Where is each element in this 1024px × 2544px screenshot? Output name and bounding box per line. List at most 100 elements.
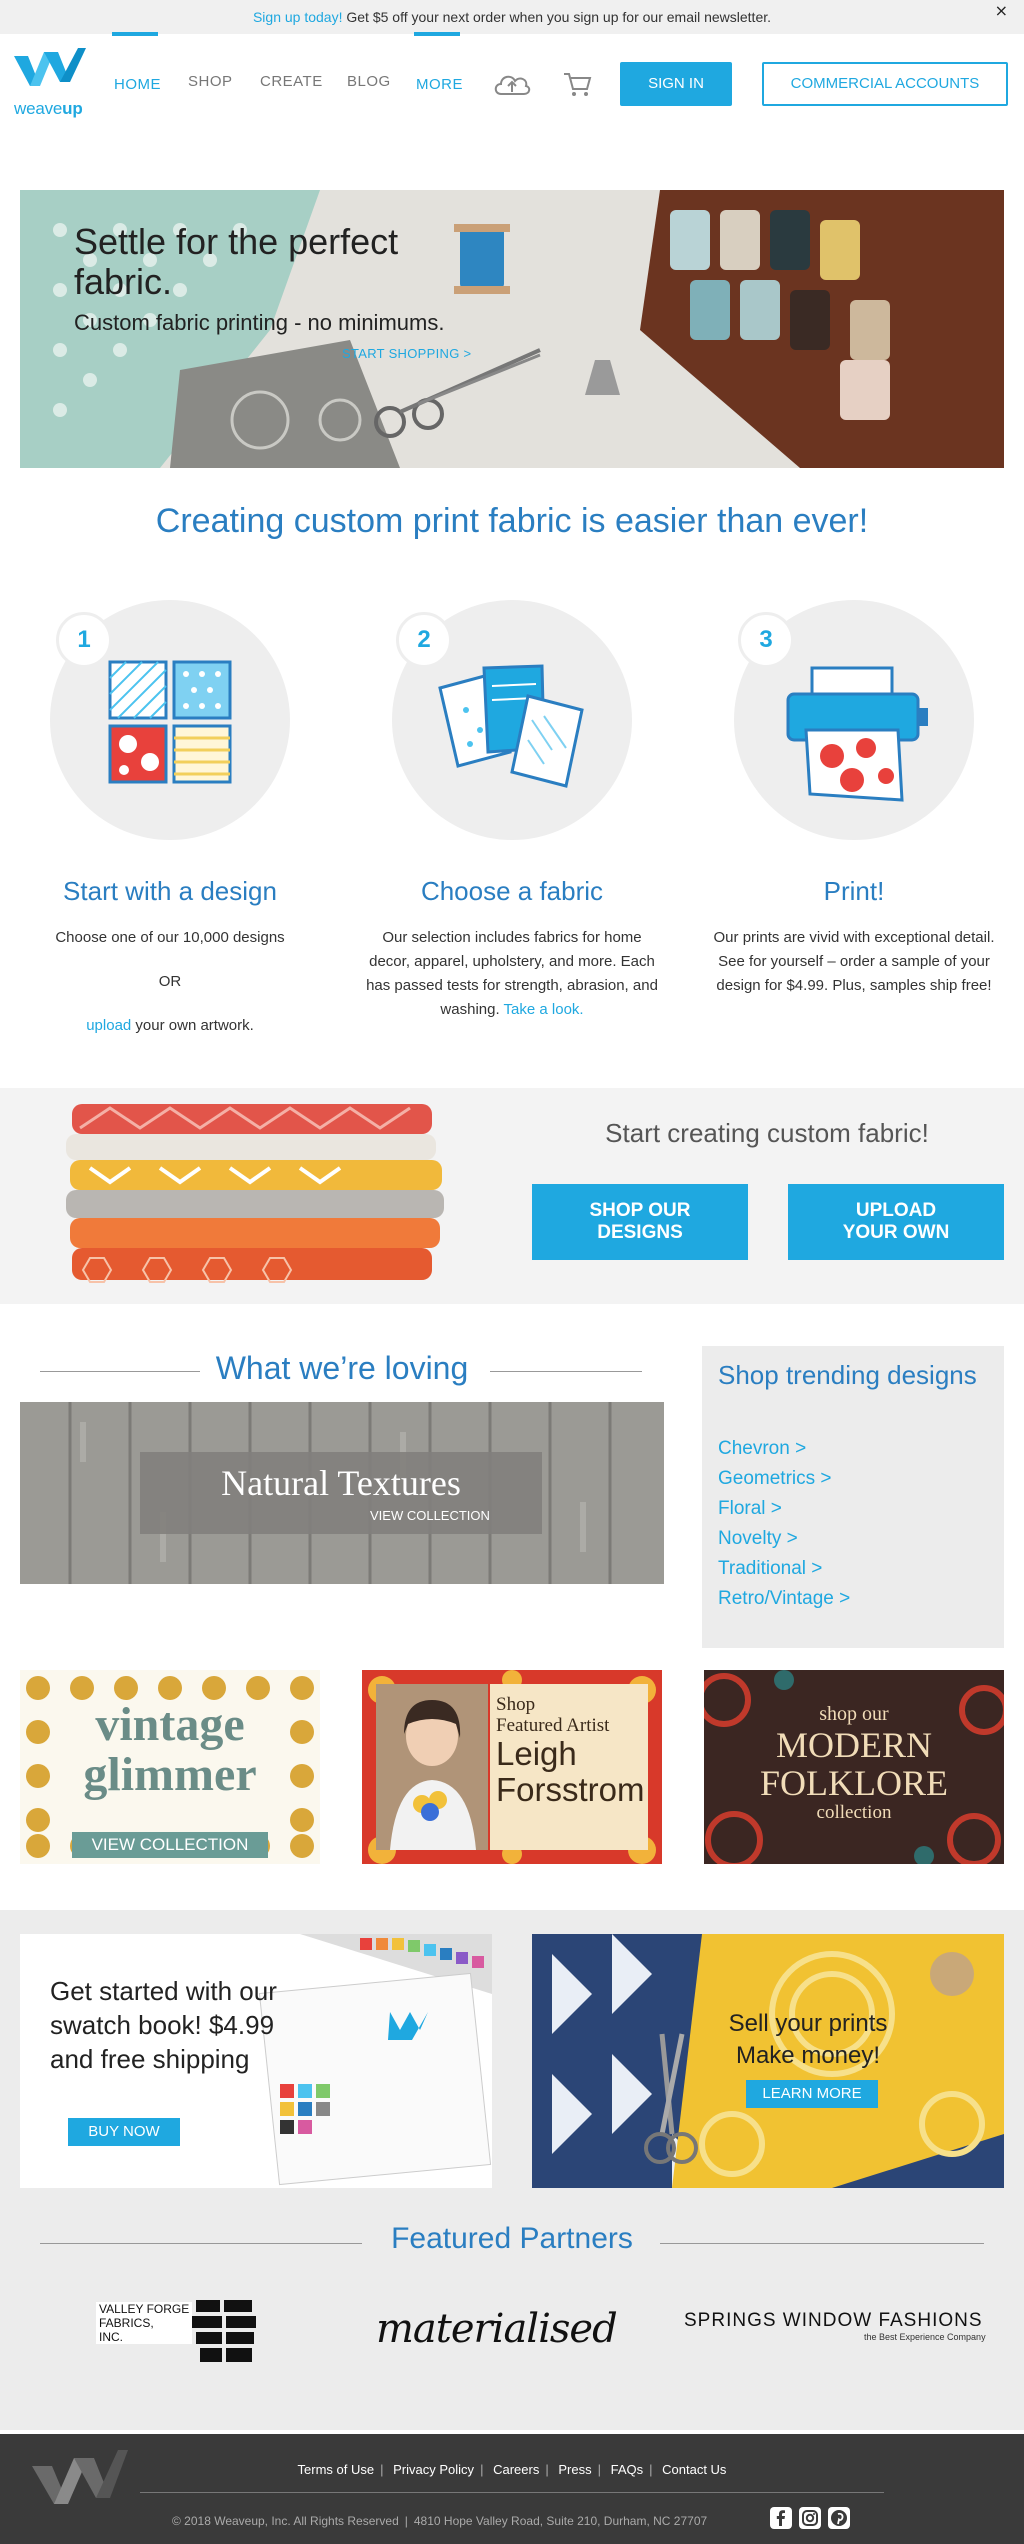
vintage-view-collection-button[interactable]: VIEW COLLECTION [72, 1832, 268, 1858]
step-upload-line: upload your own artwork. [20, 1014, 320, 1038]
weaveup-logo[interactable]: weaveup [14, 48, 86, 119]
start-creating-title: Start creating custom fabric! [605, 1118, 929, 1148]
vf-line-1: VALLEY FORGE [99, 2302, 190, 2316]
modern-folklore-title: shop our MODERN FOLKLORE collection [704, 1702, 1004, 1824]
footer-link-privacy[interactable]: Privacy Policy [393, 2462, 474, 2477]
promo-text: Get $5 off your next order when you sign… [342, 9, 772, 25]
trending-geometrics-link[interactable]: Geometrics > [718, 1468, 832, 1490]
step-title: Print! [823, 876, 885, 906]
copyright-text: © 2018 Weaveup, Inc. All Rights Reserved [172, 2514, 399, 2528]
trending-traditional-link[interactable]: Traditional > [718, 1558, 822, 1580]
trending-retro-vintage-link[interactable]: Retro/Vintage > [718, 1588, 850, 1610]
artist-shop-label: Shop [496, 1694, 536, 1715]
springs-name: SPRINGS WINDOW FASHIONS [684, 2310, 983, 2331]
facebook-icon[interactable] [770, 2507, 792, 2529]
valley-forge-logo[interactable]: VALLEY FORGE FABRICS, INC. [96, 2298, 266, 2366]
step-title: Choose a fabric [420, 876, 604, 906]
design-swatches-icon [108, 660, 232, 784]
folk-folklore-word: FOLKLORE [760, 1763, 948, 1803]
logo-word-up: up [62, 99, 83, 118]
modern-folklore-tile[interactable]: shop our MODERN FOLKLORE collection [704, 1670, 1004, 1864]
close-icon[interactable]: × [995, 0, 1008, 22]
instagram-icon[interactable] [799, 2507, 821, 2529]
logo-mark [14, 48, 86, 86]
nav-home[interactable]: HOME [114, 76, 161, 93]
cart-icon[interactable] [562, 70, 592, 98]
hero-banner[interactable]: Settle for the perfect fabric. Custom fa… [20, 190, 1004, 468]
featured-artist-card: Shop Featured Artist Leigh Forsstrom [490, 1684, 648, 1850]
folk-modern-word: MODERN [775, 1725, 932, 1765]
buy-now-button[interactable]: BUY NOW [68, 2118, 180, 2146]
step-title: Start with a design [63, 876, 277, 906]
footer-link-contact[interactable]: Contact Us [662, 2462, 726, 2477]
footer-link-careers[interactable]: Careers [493, 2462, 539, 2477]
what-we-are-loving-title: What we’re loving [215, 1350, 469, 1386]
natural-textures-title: Natural Textures [221, 1463, 461, 1503]
footer-link-press[interactable]: Press [558, 2462, 591, 2477]
trending-floral-link[interactable]: Floral > [718, 1498, 782, 1520]
step-description: Our prints are vivid with exceptional de… [713, 929, 995, 994]
footer-divider [140, 2492, 884, 2493]
artist-portrait [376, 1684, 488, 1850]
nav-home-indicator [112, 32, 158, 36]
sign-in-button[interactable]: SIGN IN [620, 62, 732, 106]
view-collection-link[interactable]: VIEW COLLECTION [370, 1508, 490, 1523]
cloud-upload-icon[interactable] [492, 70, 532, 98]
natural-textures-banner[interactable]: Natural Textures VIEW COLLECTION [20, 1402, 664, 1584]
shop-our-designs-button[interactable]: SHOP OUR DESIGNS [532, 1184, 748, 1260]
fabric-swatches-icon [438, 664, 584, 788]
how-it-works-title: Creating custom print fabric is easier t… [155, 502, 869, 540]
footer-logo-mark[interactable] [32, 2448, 128, 2512]
nav-shop[interactable]: SHOP [188, 73, 233, 90]
featured-artist-label: Featured Artist [496, 1715, 610, 1736]
sell-your-prints-text: Sell your prints Make money! [728, 2010, 888, 2069]
pinterest-icon[interactable] [828, 2507, 850, 2529]
promo-bar: Sign up today! Get $5 off your next orde… [0, 0, 1024, 34]
artist-first-name: Leigh [496, 1735, 577, 1772]
upload-your-own-button[interactable]: UPLOAD YOUR OWN [788, 1184, 1004, 1260]
valley-forge-text: VALLEY FORGE FABRICS, INC. [96, 2302, 193, 2344]
step-description: Choose one of our 10,000 designs OR uplo… [20, 926, 320, 1038]
logo-wordmark: weaveup [14, 99, 86, 119]
nav-more[interactable]: MORE [416, 76, 463, 93]
featured-partners-title: Featured Partners [391, 2222, 633, 2255]
featured-artist-tile[interactable]: Shop Featured Artist Leigh Forsstrom [362, 1670, 662, 1864]
swatch-book-promo[interactable]: Get started with our swatch book! $4.99 … [20, 1934, 492, 2188]
step-number: 3 [738, 612, 794, 668]
step-or: OR [158, 973, 182, 990]
vintage-glimmer-tile[interactable]: vintage glimmer VIEW COLLECTION [20, 1670, 320, 1864]
sell-your-prints-promo[interactable]: Sell your prints Make money! LEARN MORE [532, 1934, 1004, 2188]
artist-photo [376, 1684, 488, 1850]
springs-window-fashions-logo[interactable]: SPRINGS WINDOW FASHIONS the Best Experie… [684, 2310, 1004, 2342]
vf-line-3: INC. [99, 2330, 123, 2344]
nav-create[interactable]: CREATE [260, 73, 323, 90]
hero-subtitle: Custom fabric printing - no minimums. [74, 310, 445, 335]
materialised-logo[interactable]: materialised [376, 2306, 618, 2352]
springs-tagline: the Best Experience Company [864, 2332, 986, 2342]
footer-copyright: © 2018 Weaveup, Inc. All Rights Reserved… [172, 2514, 708, 2528]
nav-blog[interactable]: BLOG [347, 73, 391, 90]
shop-trending-panel: Shop trending designs Chevron > Geometri… [702, 1346, 1004, 1648]
step-description: Our selection includes fabrics for home … [362, 926, 662, 1022]
footer-link-faqs[interactable]: FAQs [611, 2462, 644, 2477]
promo-signup-link[interactable]: Sign up today! [253, 9, 343, 25]
footer-link-terms[interactable]: Terms of Use [298, 2462, 375, 2477]
take-a-look-link[interactable]: Take a look. [504, 1001, 584, 1018]
swatch-book-text: Get started with our swatch book! $4.99 … [50, 1976, 277, 2074]
trending-chevron-link[interactable]: Chevron > [718, 1438, 806, 1460]
learn-more-button[interactable]: LEARN MORE [746, 2080, 878, 2108]
commercial-accounts-button[interactable]: COMMERCIAL ACCOUNTS [762, 62, 1008, 106]
folk-shop-label: shop our [819, 1703, 889, 1725]
hero-title: Settle for the perfect fabric. [74, 221, 399, 302]
folk-collection-label: collection [816, 1802, 892, 1823]
trending-novelty-link[interactable]: Novelty > [718, 1528, 798, 1550]
folded-fabrics-image [66, 1104, 444, 1283]
upload-text: your own artwork. [131, 1017, 254, 1034]
vintage-word: vintage [95, 1698, 245, 1751]
step-number: 1 [56, 612, 112, 668]
nav-more-indicator [414, 32, 460, 36]
start-shopping-link[interactable]: START SHOPPING > [342, 346, 471, 361]
vintage-glimmer-title: vintage glimmer [20, 1700, 320, 1800]
natural-textures-card: Natural Textures VIEW COLLECTION [140, 1452, 542, 1534]
upload-link[interactable]: upload [86, 1017, 131, 1034]
